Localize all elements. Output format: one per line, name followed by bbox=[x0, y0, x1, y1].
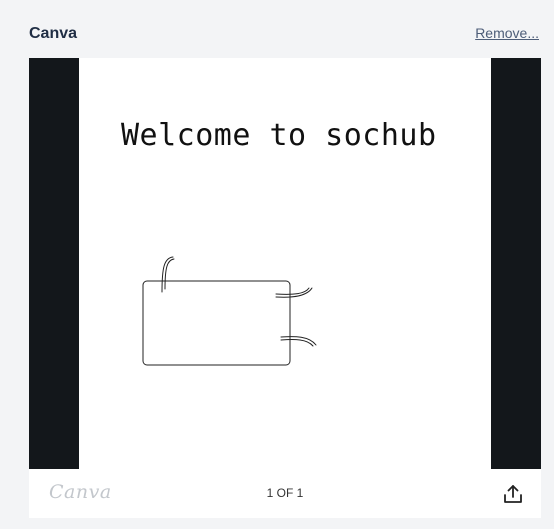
embed-title: Canva bbox=[29, 25, 78, 42]
canva-embed-viewer: Welcome to sochub Canva 1 OF 1 bbox=[29, 58, 541, 518]
share-button[interactable] bbox=[501, 482, 525, 506]
page-counter: 1 OF 1 bbox=[266, 486, 304, 500]
slide-page[interactable]: Welcome to sochub bbox=[79, 58, 491, 469]
presentation-stage: Welcome to sochub bbox=[29, 58, 541, 469]
remove-link[interactable]: Remove... bbox=[475, 25, 539, 41]
slide-heading: Welcome to sochub bbox=[121, 118, 437, 153]
share-upload-icon bbox=[504, 485, 522, 503]
viewer-footer: Canva 1 OF 1 bbox=[29, 469, 541, 518]
slide-doodle-drawing bbox=[142, 256, 317, 366]
